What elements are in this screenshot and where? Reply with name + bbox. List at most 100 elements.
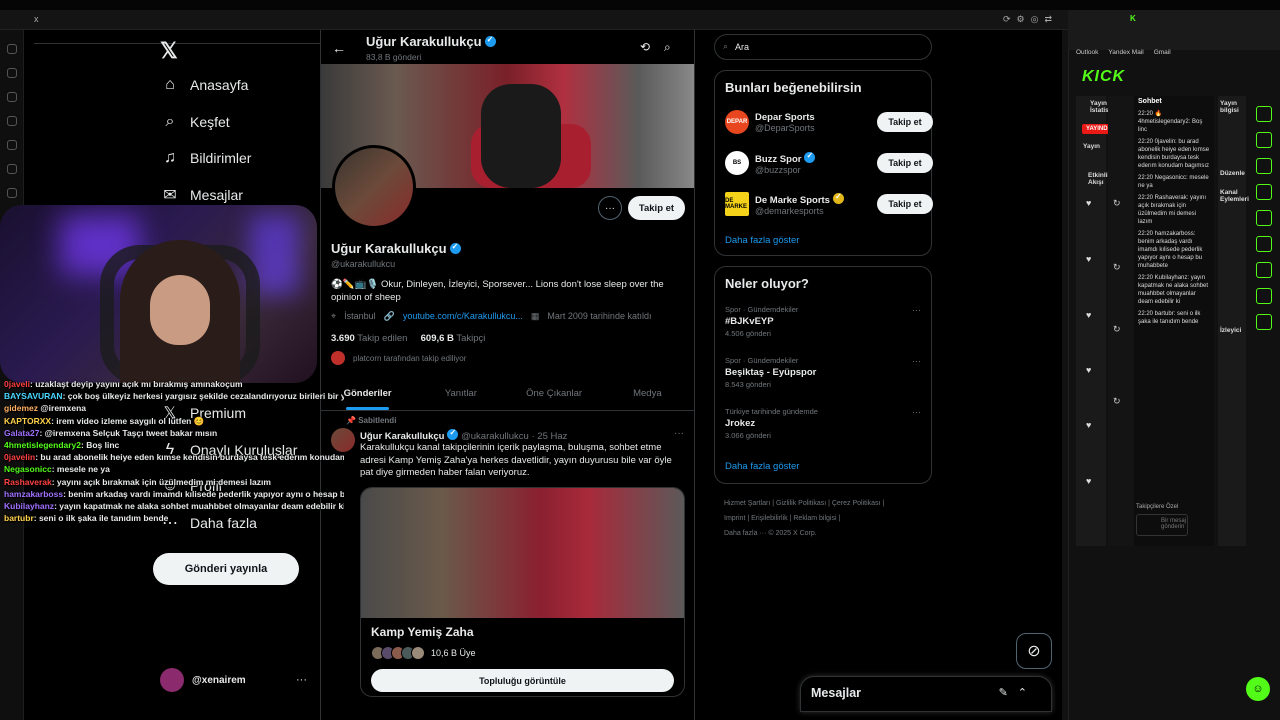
footer-line[interactable]: Hizmet Şartları | Gizlilik Politikası | … bbox=[724, 496, 924, 511]
tab-media[interactable]: Medya bbox=[601, 381, 694, 410]
suggestion-handle: @demarkesports bbox=[755, 205, 824, 216]
trends-more-link[interactable]: Daha fazla göster bbox=[725, 461, 799, 472]
bookmark-outlook[interactable]: Outlook bbox=[1076, 49, 1098, 56]
sidebar-icon[interactable] bbox=[7, 44, 17, 54]
calendar-icon: ▦ bbox=[530, 311, 540, 321]
followers-link[interactable]: 609,6 B Takipçi bbox=[421, 333, 486, 344]
trend-more-icon[interactable]: ··· bbox=[912, 305, 921, 315]
tool-icon[interactable] bbox=[1256, 288, 1272, 304]
kick-logo[interactable]: KICK bbox=[1082, 68, 1125, 86]
tool-icon[interactable] bbox=[1256, 184, 1272, 200]
pinned-label: 📌 Sabitlendi bbox=[346, 416, 396, 425]
heart-icon[interactable]: ♥ bbox=[1086, 365, 1091, 375]
footer-links: Hizmet Şartları | Gizlilik Politikası | … bbox=[724, 496, 924, 541]
kick-side-label[interactable]: Düzenle bbox=[1220, 170, 1245, 177]
tab-replies[interactable]: Yanıtlar bbox=[414, 381, 507, 410]
account-more-icon[interactable]: ··· bbox=[296, 674, 307, 686]
heart-icon[interactable]: ♥ bbox=[1086, 476, 1091, 486]
nav-item-label: Keşfet bbox=[190, 114, 230, 130]
tweet-author[interactable]: Uğur Karakullukçu bbox=[360, 431, 444, 442]
follow-button[interactable]: Takip et bbox=[628, 196, 685, 220]
suggestion-logo: DEPAR bbox=[725, 110, 749, 134]
profile-avatar[interactable] bbox=[332, 145, 416, 229]
sidebar-icon[interactable] bbox=[7, 68, 17, 78]
search-input[interactable]: ⌕ Ara bbox=[714, 34, 932, 60]
suggestion-item[interactable]: DEPAR Depar Sports @DeparSports Takip et bbox=[725, 110, 933, 134]
messages-drawer[interactable]: Mesajlar ✎⌃ bbox=[800, 676, 1052, 712]
browser-toolbar-icons[interactable]: ⟳⚙◎⇄ bbox=[1003, 14, 1058, 25]
tool-icon[interactable] bbox=[1256, 132, 1272, 148]
kick-side-label: Kanal Eylemleri bbox=[1220, 189, 1249, 203]
header-action-icons[interactable]: ⟲⌕ bbox=[640, 40, 685, 55]
x-logo-icon[interactable]: 𝕏 bbox=[160, 38, 178, 64]
heart-icon[interactable]: ♥ bbox=[1086, 420, 1091, 430]
chat-message: Negasonicc: mesele ne ya bbox=[4, 463, 344, 475]
footer-line[interactable]: Imprint | Erişilebilirlik | Reklam bilgi… bbox=[724, 511, 924, 526]
suggestion-item[interactable]: DE MARKE De Marke Sports@demarkesports Tak… bbox=[725, 192, 933, 216]
account-switcher[interactable]: @xenairem bbox=[160, 668, 246, 692]
heart-icon[interactable]: ♥ bbox=[1086, 310, 1091, 320]
suggestion-follow-button[interactable]: Takip et bbox=[877, 112, 933, 132]
trend-item[interactable]: Spor · Gündemdekiler #BJKvEYP 4.506 gönder… bbox=[725, 305, 923, 338]
chat-username: Rashaverak bbox=[4, 476, 52, 487]
sidebar-icon[interactable] bbox=[7, 188, 17, 198]
nav-item-0[interactable]: ⌂ Anasayfa bbox=[160, 70, 248, 100]
tool-icon[interactable] bbox=[1256, 262, 1272, 278]
profile-link[interactable]: youtube.com/c/Karakullukcu... bbox=[403, 311, 523, 322]
nav-item-1[interactable]: ⌕ Keşfet bbox=[160, 107, 230, 137]
trend-more-icon[interactable]: ··· bbox=[912, 407, 921, 417]
tool-icon[interactable] bbox=[1256, 210, 1272, 226]
suggestion-follow-button[interactable]: Takip et bbox=[877, 194, 933, 214]
chat-username: Negasonicc bbox=[4, 464, 52, 475]
sidebar-icon[interactable] bbox=[7, 116, 17, 126]
verified-badge-icon bbox=[449, 242, 461, 254]
trend-item[interactable]: Spor · Gündemdekiler Beşiktaş - Eyüpspor 8… bbox=[725, 356, 923, 389]
kick-support-icon[interactable]: ☺ bbox=[1246, 677, 1270, 701]
back-arrow-icon[interactable]: ← bbox=[332, 40, 346, 56]
suggestion-follow-button[interactable]: Takip et bbox=[877, 153, 933, 173]
trend-more-icon[interactable]: ··· bbox=[912, 356, 921, 366]
tweet-more-icon[interactable]: ··· bbox=[674, 428, 684, 439]
suggestion-name: Depar Sports bbox=[755, 112, 815, 123]
search-icon: ⌕ bbox=[723, 41, 729, 51]
nav-item-2[interactable]: ♫ Bildirimler bbox=[160, 143, 251, 173]
activity-icon[interactable]: ↻ bbox=[1113, 324, 1121, 335]
post-button[interactable]: Gönderi yayınla bbox=[153, 553, 299, 585]
chat-message: bartubr: seni o ilk şaka ile tanıdım ben… bbox=[4, 512, 344, 524]
sidebar-icon[interactable] bbox=[7, 140, 17, 150]
heart-icon[interactable]: ♥ bbox=[1086, 198, 1091, 208]
trend-item[interactable]: Türkiye tarihinde gündemde Jrokez 3.066 gö… bbox=[725, 407, 923, 440]
suggestion-item[interactable]: BS Buzz Spor@buzzspor Takip et bbox=[725, 151, 933, 175]
tab-highlights[interactable]: Öne Çıkanlar bbox=[508, 381, 601, 410]
grok-icon[interactable]: ⊘ bbox=[1016, 633, 1052, 669]
kick-tab[interactable]: K bbox=[1130, 14, 1136, 23]
sidebar-icon[interactable] bbox=[7, 164, 17, 174]
tweet-date[interactable]: · 25 Haz bbox=[531, 431, 567, 442]
activity-icon[interactable]: ↻ bbox=[1113, 396, 1121, 407]
footer-line[interactable]: Daha fazla ··· © 2025 X Corp. bbox=[724, 526, 924, 541]
following-link[interactable]: 3.690 Takip edilen bbox=[331, 333, 407, 344]
compose-and-expand-icons[interactable]: ✎⌃ bbox=[999, 686, 1037, 699]
suggestions-more-link[interactable]: Daha fazla göster bbox=[725, 235, 799, 246]
bookmark-yandex[interactable]: Yandex Mail bbox=[1108, 49, 1143, 56]
tweet-handle: @ukarakullukcu bbox=[461, 431, 529, 442]
heart-icon[interactable]: ♥ bbox=[1086, 254, 1091, 264]
chat-username: Kubilayhanz bbox=[4, 501, 55, 512]
mail-icon: ✉ bbox=[163, 187, 177, 204]
home-icon: ⌂ bbox=[165, 76, 175, 93]
chat-message: KAPTORXX: irem video izleme saygılı ol l… bbox=[4, 415, 344, 427]
tool-icon[interactable] bbox=[1256, 106, 1272, 122]
community-card[interactable]: Kamp Yemiş Zaha 10,6 B Üye Topluluğu gör… bbox=[360, 487, 685, 697]
activity-icon[interactable]: ↻ bbox=[1113, 262, 1121, 273]
stream-chat-overlay: 0javeli: uzaklaşt deyip yayını açık mı b… bbox=[4, 378, 344, 524]
activity-icon[interactable]: ↻ bbox=[1113, 198, 1121, 209]
kick-chat-input[interactable]: Bir mesaj gönderin bbox=[1136, 514, 1188, 536]
followed-by[interactable]: platcorn tarafından takip ediliyor bbox=[331, 351, 466, 365]
sidebar-icon[interactable] bbox=[7, 92, 17, 102]
tool-icon[interactable] bbox=[1256, 236, 1272, 252]
profile-more-button[interactable]: ··· bbox=[598, 196, 622, 220]
bookmark-gmail[interactable]: Gmail bbox=[1154, 49, 1171, 56]
view-community-button[interactable]: Topluluğu görüntüle bbox=[371, 669, 674, 692]
tool-icon[interactable] bbox=[1256, 158, 1272, 174]
tool-icon[interactable] bbox=[1256, 314, 1272, 330]
